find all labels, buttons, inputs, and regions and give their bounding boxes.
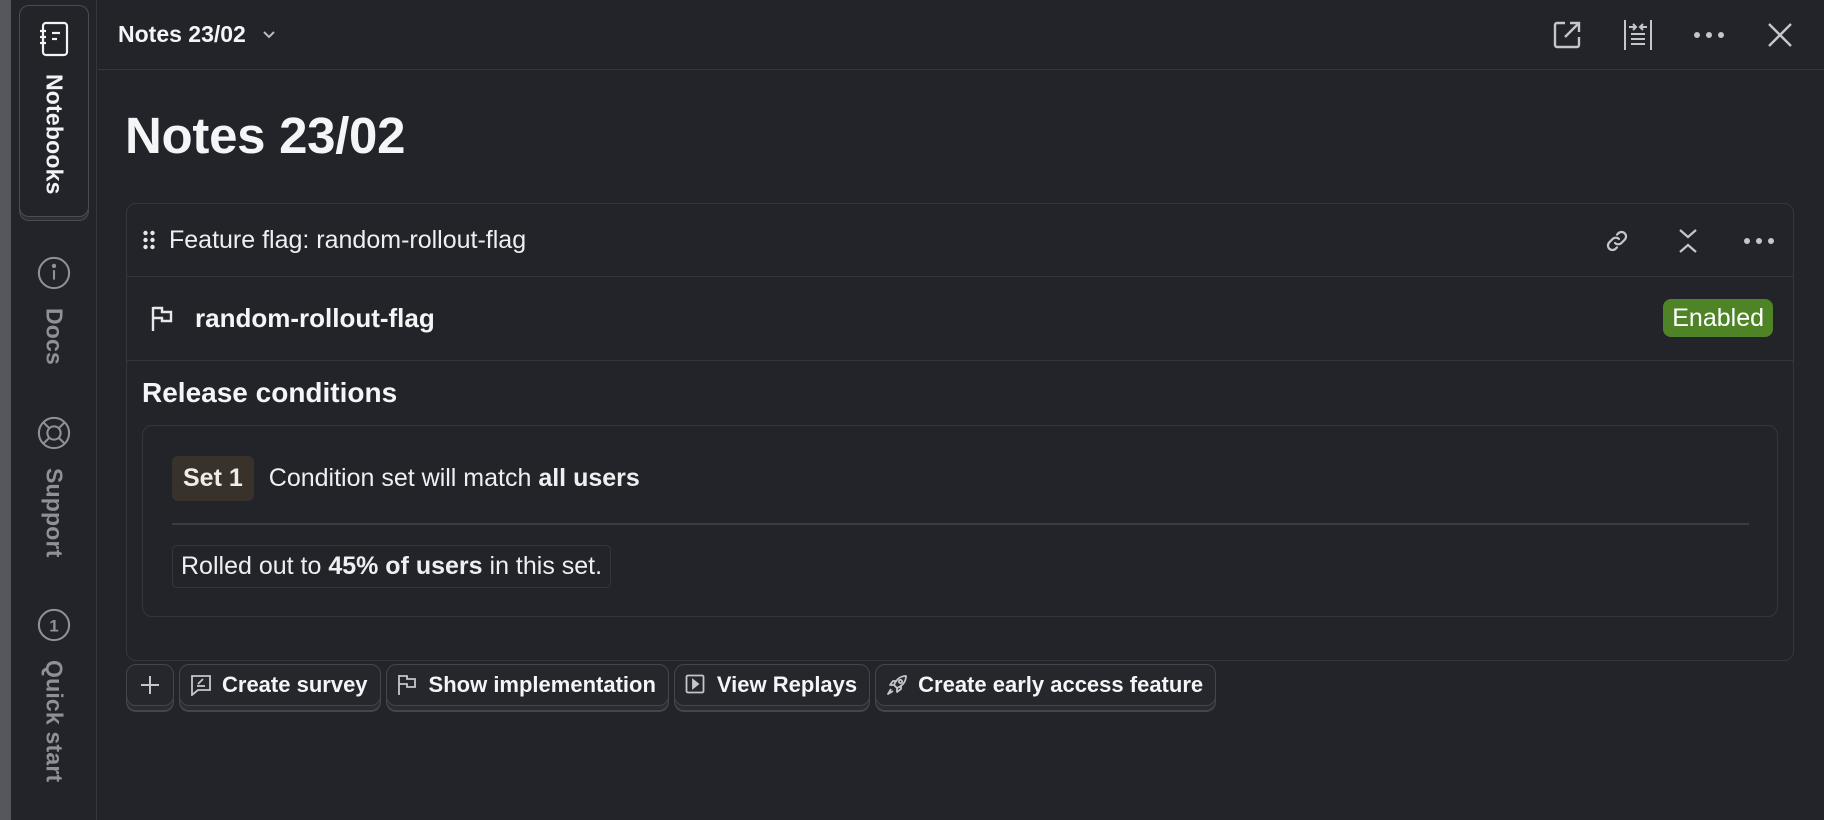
sidebar-item-quick-start[interactable]: 1 Quick start <box>19 592 89 782</box>
survey-icon <box>190 674 212 696</box>
side-panel-tabs: Notebooks Docs Support 1 Quick start <box>11 0 97 820</box>
window-edge <box>0 0 11 820</box>
node-header: Feature flag: random-rollout-flag <box>127 204 1793 277</box>
link-icon <box>1605 229 1629 253</box>
sidebar-item-label: Notebooks <box>41 74 68 195</box>
create-survey-button[interactable]: Create survey <box>179 664 381 706</box>
full-width-button[interactable] <box>1618 15 1658 55</box>
more-icon <box>1693 31 1725 39</box>
flag-summary-row: random-rollout-flag Enabled <box>127 277 1793 361</box>
button-label: View Replays <box>716 672 858 697</box>
close-button[interactable] <box>1760 15 1800 55</box>
button-label: Show implementation <box>428 672 656 697</box>
set-tag: Set 1 <box>172 456 254 501</box>
play-icon <box>685 674 707 696</box>
open-in-new-button[interactable] <box>1547 15 1587 55</box>
rocket-icon <box>886 674 908 696</box>
divider <box>172 523 1749 525</box>
close-icon <box>1766 21 1794 49</box>
svg-text:1: 1 <box>49 617 58 636</box>
info-icon <box>37 254 71 292</box>
lifebuoy-icon <box>37 414 71 452</box>
create-early-access-feature-button[interactable]: Create early access feature <box>875 664 1217 706</box>
rollout-summary: Rolled out to 45% of users in this set. <box>172 545 612 588</box>
flag-key[interactable]: random-rollout-flag <box>195 303 435 334</box>
set-description: Condition set will match all users <box>268 464 640 492</box>
sidebar-item-docs[interactable]: Docs <box>19 240 89 365</box>
condition-set-header: Set 1 Condition set will match all users <box>172 456 640 501</box>
add-node-button[interactable] <box>126 664 174 706</box>
sidebar-item-label: Support <box>41 468 68 558</box>
copy-link-button[interactable] <box>1597 221 1637 261</box>
chevron-down-icon[interactable] <box>260 26 278 44</box>
show-implementation-button[interactable]: Show implementation <box>385 664 669 706</box>
sidebar-item-label: Quick start <box>41 660 68 783</box>
notebook-selector-title[interactable]: Notes 23/02 <box>118 21 246 48</box>
collapse-button[interactable] <box>1668 221 1708 261</box>
drag-handle-icon[interactable] <box>141 229 157 251</box>
full-width-icon <box>1623 19 1653 51</box>
more-options-button[interactable] <box>1689 15 1729 55</box>
notebook-header: Notes 23/02 <box>98 0 1824 70</box>
node-title[interactable]: Feature flag: random-rollout-flag <box>169 226 526 255</box>
sidebar-item-label: Docs <box>41 308 68 366</box>
sidebar-item-notebooks[interactable]: Notebooks <box>19 5 89 217</box>
button-label: Create survey <box>222 672 368 697</box>
quickstart-icon: 1 <box>37 606 71 644</box>
status-badge: Enabled <box>1663 299 1773 337</box>
flag-icon <box>151 306 175 332</box>
page-title[interactable]: Notes 23/02 <box>125 106 406 165</box>
collapse-icon <box>1677 227 1699 255</box>
release-conditions-heading: Release conditions <box>142 377 398 408</box>
notebook-icon <box>37 20 71 58</box>
sidebar-item-support[interactable]: Support <box>19 400 89 558</box>
feature-flag-node: Feature flag: random-rollout-flag random… <box>126 203 1794 661</box>
flag-icon <box>397 674 419 696</box>
node-action-buttons: Create survey Show implementation View R… <box>126 664 1221 706</box>
node-actions <box>1566 204 1793 277</box>
condition-set: Set 1 Condition set will match all users… <box>142 425 1778 617</box>
node-more-button[interactable] <box>1739 221 1779 261</box>
more-icon <box>1743 237 1775 245</box>
header-actions <box>1516 0 1824 70</box>
plus-icon <box>139 674 161 696</box>
button-label: Create early access feature <box>918 672 1204 697</box>
open-in-new-icon <box>1552 20 1582 50</box>
view-replays-button[interactable]: View Replays <box>673 664 871 706</box>
